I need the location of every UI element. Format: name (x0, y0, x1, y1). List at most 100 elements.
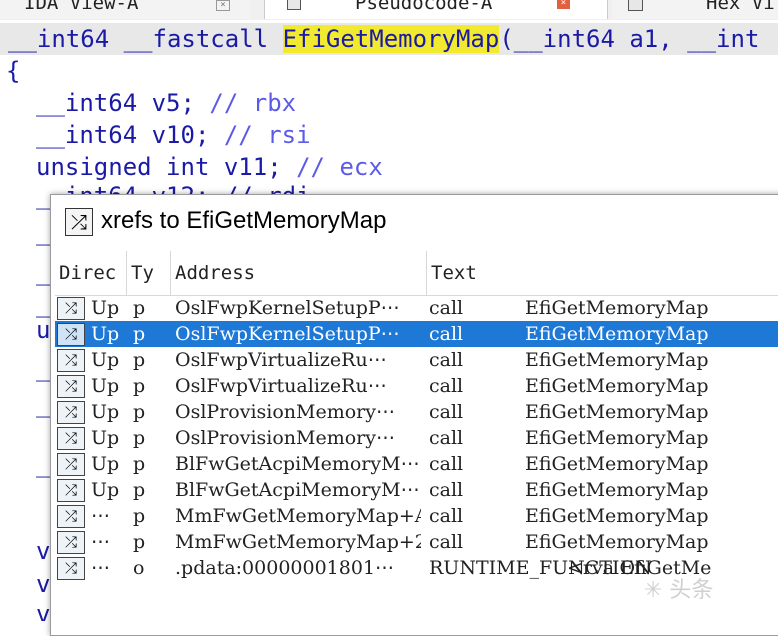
decl-comment: // rbx (209, 89, 297, 117)
cell-address: OslProvisionMemory⋯ (175, 401, 395, 423)
cell-direction: Up (91, 323, 120, 345)
cell-direction: Up (91, 349, 120, 371)
cell-text-target: EfiGetMemoryMap (525, 505, 709, 527)
cell-direction: ⋯ (91, 557, 110, 579)
cell-address: MmFwGetMemoryMap+A2 (175, 505, 421, 527)
tab-pseudocode[interactable]: Pseudocode-A × (264, 0, 608, 19)
cell-text-op: call (429, 505, 464, 527)
cell-text-target: EfiGetMemoryMap (525, 349, 709, 371)
column-type[interactable]: Ty (127, 251, 171, 295)
dialog-title: xrefs to EfiGetMemoryMap (101, 207, 387, 234)
column-address[interactable]: Address (171, 251, 427, 295)
table-header: Direc Ty Address Text (55, 251, 778, 296)
return-type: __int64 (8, 25, 110, 53)
code-fragment: _ (36, 218, 51, 246)
cell-text-op: call (429, 453, 464, 475)
cell-text-target: EfiGetMemoryMap (525, 323, 709, 345)
cell-direction: Up (91, 401, 120, 423)
cell-type: o (133, 557, 145, 579)
open-paren: ( (499, 25, 514, 53)
decl-comment: // rsi (223, 121, 311, 149)
code-fragment: v (36, 600, 51, 621)
cell-text-op: call (429, 375, 464, 397)
cell-direction: Up (91, 375, 120, 397)
code-fragment: v (36, 570, 51, 598)
table-row[interactable]: ⤮ Up p OslFwpVirtualizeRu⋯ call EfiGetMe… (55, 347, 778, 373)
function-name[interactable]: EfiGetMemoryMap (282, 25, 500, 53)
decl-line[interactable]: unsigned int v11; // ecx (36, 151, 383, 183)
table-row[interactable]: ⤮ ⋯ p MmFwGetMemoryMap+236 call EfiGetMe… (55, 529, 778, 555)
cell-address: BlFwGetAcpiMemoryM⋯ (175, 453, 420, 475)
shuffle-arrows-icon: ⤮ (57, 323, 85, 346)
cell-direction: Up (91, 453, 120, 475)
cell-text-target: EfiGetMemoryMap (525, 401, 709, 423)
cell-type: p (133, 453, 146, 475)
tab-bar: IDA View-A × Pseudocode-A × Hex Vi (0, 0, 778, 20)
close-icon[interactable]: × (557, 0, 570, 9)
cell-text-target: EfiGetMemoryMap (525, 453, 709, 475)
table-row[interactable]: ⤮ Up p OslFwpKernelSetupP⋯ call EfiGetMe… (55, 295, 778, 321)
cell-type: p (133, 323, 146, 345)
cell-address: OslFwpKernelSetupP⋯ (175, 323, 400, 345)
cell-text-op: call (429, 323, 464, 345)
table-row[interactable]: ⤮ Up p OslProvisionMemory⋯ call EfiGetMe… (55, 425, 778, 451)
cell-text-target: EfiGetMemoryMap (525, 297, 709, 319)
open-brace: { (6, 57, 21, 85)
cell-direction: Up (91, 479, 120, 501)
tab-hex-view-label: Hex Vi (706, 0, 775, 14)
cell-direction: ⋯ (91, 505, 110, 527)
decl-var: v5; (151, 89, 195, 117)
cell-text-target: EfiGetMemoryMap (525, 479, 709, 501)
shuffle-arrows-icon: ⤮ (57, 297, 85, 320)
decl-type: __int64 (36, 121, 138, 149)
function-args: __int64 a1, __int (513, 25, 760, 53)
cell-address: OslFwpKernelSetupP⋯ (175, 297, 400, 319)
decl-line[interactable]: __int64 v5; // rbx (36, 87, 296, 119)
xrefs-dialog[interactable]: ⤮ xrefs to EfiGetMemoryMap Direc Ty Addr… (50, 194, 778, 636)
table-row[interactable]: ⤮ ⋯ p MmFwGetMemoryMap+A2 call EfiGetMem… (55, 503, 778, 529)
tab-ida-view[interactable]: IDA View-A × (0, 0, 250, 19)
shuffle-arrows-icon: ⤮ (57, 375, 85, 398)
cell-direction: Up (91, 427, 120, 449)
code-fragment: _ (36, 390, 51, 418)
cell-direction: ⋯ (91, 531, 110, 553)
decl-line[interactable]: __int64 v10; // rsi (36, 119, 311, 151)
code-fragment: _ (36, 258, 51, 286)
function-signature[interactable]: __int64 __fastcall EfiGetMemoryMap(__int… (0, 23, 778, 55)
shuffle-arrows-icon: ⤮ (57, 453, 85, 476)
column-direction[interactable]: Direc (55, 251, 127, 295)
calling-convention: __fastcall (123, 25, 269, 53)
cell-address: OslFwpVirtualizeRu⋯ (175, 349, 387, 371)
shuffle-arrows-icon: ⤮ (57, 531, 85, 554)
tab-hex-view[interactable]: Hex Vi (612, 0, 778, 19)
tab-pseudocode-label: Pseudocode-A (355, 0, 493, 14)
cell-text-target: EfiGetMemoryMap (525, 531, 709, 553)
code-fragment: _ (36, 450, 51, 478)
shuffle-arrows-icon: ⤮ (57, 401, 85, 424)
hex-view-icon (628, 0, 643, 11)
table-row[interactable]: ⤮ Up p OslProvisionMemory⋯ call EfiGetMe… (55, 399, 778, 425)
table-row-selected[interactable]: ⤮ Up p OslFwpKernelSetupP⋯ call EfiGetMe… (55, 321, 778, 347)
cell-type: p (133, 297, 146, 319)
close-icon[interactable]: × (216, 0, 230, 11)
column-text[interactable]: Text (427, 251, 778, 295)
decl-type: __int64 (36, 89, 138, 117)
cell-address: MmFwGetMemoryMap+236 (175, 531, 421, 553)
decl-type: unsigned int (36, 153, 210, 181)
table-row[interactable]: ⤮ Up p OslFwpVirtualizeRu⋯ call EfiGetMe… (55, 373, 778, 399)
table-row[interactable]: ⤮ Up p BlFwGetAcpiMemoryM⋯ call EfiGetMe… (55, 451, 778, 477)
code-fragment: u (36, 316, 51, 344)
cell-type: p (133, 505, 146, 527)
cell-text-target: EfiGetMemoryMap (525, 375, 709, 397)
cell-address: .pdata:00000001801⋯ (175, 557, 395, 579)
cell-text-op: call (429, 479, 464, 501)
cell-type: p (133, 531, 146, 553)
document-icon (287, 0, 301, 10)
dialog-title-bar[interactable]: ⤮ xrefs to EfiGetMemoryMap (51, 195, 778, 247)
table-row[interactable]: ⤮ Up p BlFwGetAcpiMemoryM⋯ call EfiGetMe… (55, 477, 778, 503)
cell-address: OslProvisionMemory⋯ (175, 427, 395, 449)
shuffle-arrows-icon: ⤮ (65, 208, 93, 236)
decl-comment: // ecx (296, 153, 383, 181)
tab-ida-view-label: IDA View-A (24, 0, 139, 14)
cell-address: OslFwpVirtualizeRu⋯ (175, 375, 387, 397)
